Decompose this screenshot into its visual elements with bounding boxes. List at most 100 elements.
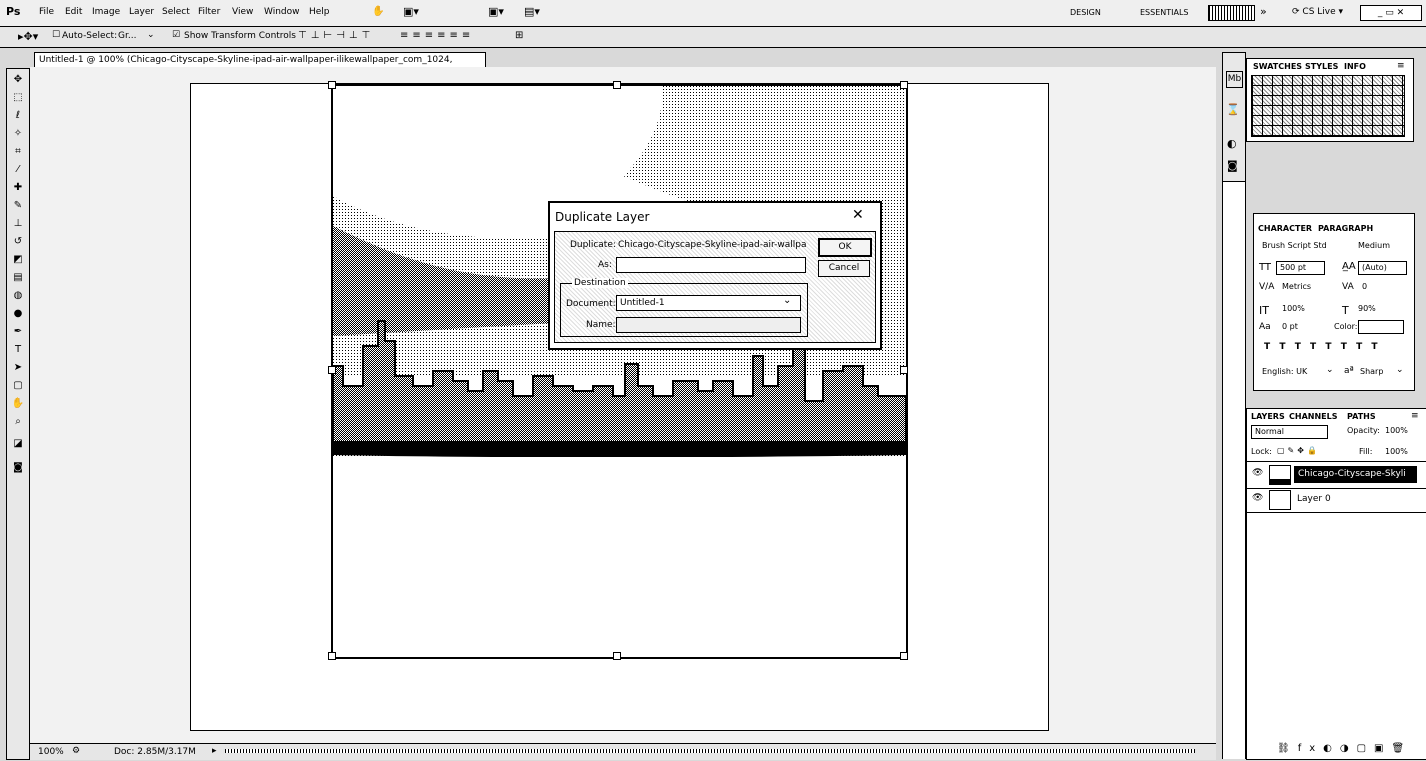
tab-styles[interactable]: STYLES	[1305, 62, 1338, 71]
gradient-icon[interactable]: ▤	[10, 271, 26, 285]
vertical-scale-input[interactable]: 100%	[1282, 304, 1305, 313]
panel-menu-icon[interactable]: ≡	[1397, 61, 1405, 71]
tab-paths[interactable]: PATHS	[1347, 412, 1376, 421]
close-icon[interactable]: ✕	[852, 207, 864, 223]
zoom-level[interactable]: 100%	[38, 747, 64, 757]
quickmask-icon[interactable]: ◙	[10, 461, 26, 475]
workspace-switcher[interactable]	[1208, 5, 1255, 21]
tab-channels[interactable]: CHANNELS	[1289, 412, 1337, 421]
cs-live-button[interactable]: ⟳ CS Live ▾	[1292, 7, 1343, 17]
skyline-layer-image[interactable]	[331, 84, 908, 659]
horizontal-scale-input[interactable]: 90%	[1358, 304, 1376, 313]
type-style-buttons[interactable]: TTTTTTTT	[1264, 342, 1387, 352]
menu-image[interactable]: Image	[92, 7, 120, 17]
font-size-input[interactable]: 500 pt	[1276, 261, 1325, 275]
cancel-button[interactable]: Cancel	[818, 260, 870, 277]
panel-menu-icon[interactable]: ≡	[1411, 411, 1419, 421]
name-input[interactable]	[616, 317, 801, 333]
menu-help[interactable]: Help	[309, 7, 330, 17]
auto-select-dropdown[interactable]: Gr...	[118, 31, 136, 41]
layer-name[interactable]: Chicago-Cityscape-Skyli	[1294, 466, 1417, 483]
quick-select-icon[interactable]: ✧	[10, 127, 26, 141]
menu-layer[interactable]: Layer	[129, 7, 154, 17]
transform-handle[interactable]	[613, 81, 621, 89]
adjustments-icon[interactable]: ◐	[1227, 137, 1237, 150]
blend-mode-select[interactable]: Normal	[1251, 425, 1328, 439]
transform-handle[interactable]	[900, 652, 908, 660]
auto-align-icon[interactable]: ⊞	[515, 30, 523, 41]
font-style-select[interactable]: Medium	[1358, 241, 1390, 250]
baseline-shift-input[interactable]: 0 pt	[1282, 322, 1298, 331]
layer-row[interactable]: 👁 Chicago-Cityscape-Skyli	[1247, 461, 1426, 489]
transform-handle[interactable]	[328, 81, 336, 89]
status-arrow-icon[interactable]: ▸	[212, 746, 217, 756]
tab-layers[interactable]: LAYERS	[1251, 412, 1285, 421]
masks-icon[interactable]: ◙	[1227, 159, 1238, 172]
transform-handle[interactable]	[900, 81, 908, 89]
tab-swatches[interactable]: SWATCHES	[1253, 62, 1302, 71]
brush-icon[interactable]: ✎	[10, 199, 26, 213]
menu-window[interactable]: Window	[264, 7, 300, 17]
menu-filter[interactable]: Filter	[198, 7, 220, 17]
chevron-down-icon[interactable]: ⌄	[783, 295, 791, 306]
eye-icon[interactable]: 👁	[1252, 468, 1263, 478]
font-family-select[interactable]: Brush Script Std	[1262, 241, 1327, 250]
lasso-icon[interactable]: ℓ	[10, 109, 26, 123]
chevron-down-icon[interactable]: ⌄	[1326, 365, 1334, 375]
eye-icon[interactable]: 👁	[1252, 493, 1263, 503]
menu-file[interactable]: File	[39, 7, 54, 17]
zoom-icon[interactable]: ⌕	[10, 415, 26, 429]
chevron-down-icon[interactable]: ⌄	[147, 30, 155, 40]
path-select-icon[interactable]: ➤	[10, 361, 26, 375]
hand-icon[interactable]: ✋	[10, 397, 26, 411]
colors-icon[interactable]: ◪	[10, 437, 26, 451]
blur-icon[interactable]: ◍	[10, 289, 26, 303]
fill-input[interactable]: 100%	[1385, 447, 1408, 456]
marquee-icon[interactable]: ⬚	[10, 91, 26, 105]
dodge-icon[interactable]: ●	[10, 307, 26, 321]
layers-footer-buttons[interactable]: ⛓fx◐◑▢▣🗑	[1277, 743, 1412, 754]
language-select[interactable]: English: UK	[1262, 367, 1307, 376]
crop-icon[interactable]: ⌗	[10, 145, 26, 159]
move-tool-preset-icon[interactable]: ▸✥▾	[18, 30, 38, 43]
window-controls[interactable]: _ ▭ ✕	[1360, 5, 1422, 21]
chevron-down-icon[interactable]: ⌄	[1396, 365, 1404, 375]
history-brush-icon[interactable]: ↺	[10, 235, 26, 249]
leading-input[interactable]: (Auto)	[1358, 261, 1407, 275]
arrange-documents-icon[interactable]: ▣▾	[403, 5, 419, 18]
document-tab[interactable]: Untitled-1 @ 100% (Chicago-Cityscape-Sky…	[34, 52, 486, 79]
status-menu-icon[interactable]: ⚙	[72, 746, 80, 756]
hand-tool-icon[interactable]: ✋	[372, 6, 384, 17]
lock-icons[interactable]: ▢✎✥🔒	[1277, 446, 1320, 455]
swatch-grid[interactable]	[1251, 75, 1405, 137]
healing-icon[interactable]: ✚	[10, 181, 26, 195]
move-icon[interactable]: ✥	[10, 73, 26, 87]
tracking-select[interactable]: 0	[1362, 282, 1367, 291]
workspace-essentials[interactable]: ESSENTIALS	[1140, 8, 1189, 17]
antialias-select[interactable]: Sharp	[1360, 367, 1383, 376]
eraser-icon[interactable]: ◩	[10, 253, 26, 267]
transform-handle[interactable]	[900, 366, 908, 374]
text-color-swatch[interactable]	[1358, 320, 1404, 334]
document-select[interactable]: Untitled-1	[616, 295, 801, 311]
show-transform-checkbox[interactable]: ☑	[172, 30, 180, 40]
horizontal-scrollbar[interactable]	[225, 749, 1195, 753]
layer-name[interactable]: Layer 0	[1297, 494, 1331, 504]
tab-info[interactable]: INFO	[1344, 62, 1366, 71]
stamp-icon[interactable]: ⊥	[10, 217, 26, 231]
kerning-select[interactable]: Metrics	[1282, 282, 1311, 291]
shape-icon[interactable]: ▢	[10, 379, 26, 393]
distribute-icons[interactable]: ≡≡≡≡≡≡	[400, 30, 474, 41]
menu-view[interactable]: View	[232, 7, 253, 17]
pen-icon[interactable]: ✒	[10, 325, 26, 339]
ok-button[interactable]: OK	[818, 238, 872, 257]
more-workspaces-icon[interactable]: »	[1260, 5, 1267, 18]
tab-paragraph[interactable]: PARAGRAPH	[1318, 224, 1373, 233]
align-icons[interactable]: ⊤⊥⊢⊣⊥⊤	[298, 30, 374, 41]
type-icon[interactable]: T	[10, 343, 26, 357]
auto-select-checkbox[interactable]: ☐	[52, 30, 60, 40]
extras-icon[interactable]: ▤▾	[524, 5, 540, 18]
history-icon[interactable]: ⌛	[1226, 103, 1240, 116]
menu-select[interactable]: Select	[162, 7, 190, 17]
opacity-input[interactable]: 100%	[1385, 426, 1408, 435]
